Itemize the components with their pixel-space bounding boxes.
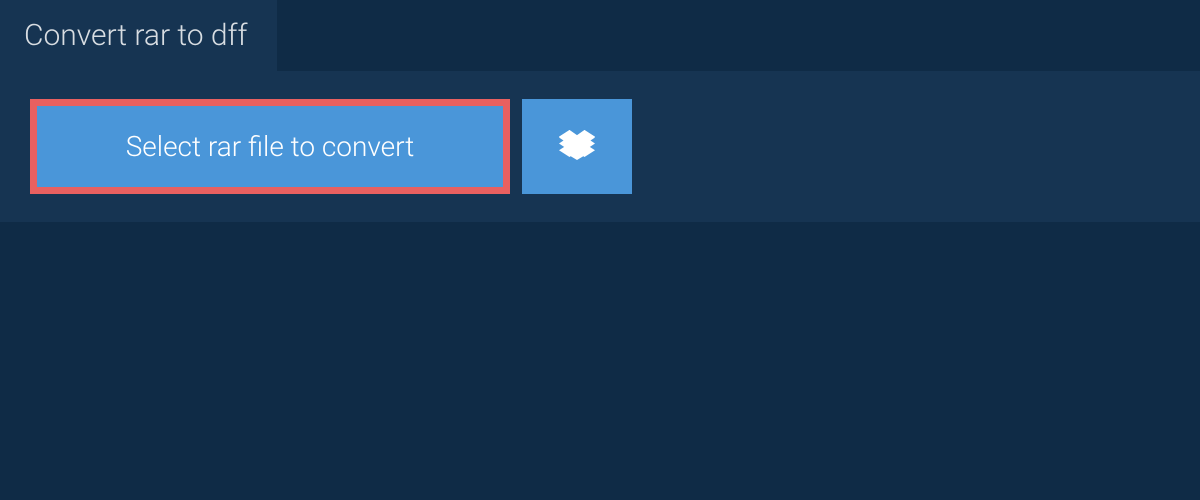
tab-header: Convert rar to dff [0, 0, 277, 71]
dropbox-icon [559, 127, 595, 167]
page-title: Convert rar to dff [24, 18, 247, 53]
select-file-button[interactable]: Select rar file to convert [30, 99, 510, 194]
dropbox-button[interactable] [522, 99, 632, 194]
select-file-label: Select rar file to convert [126, 130, 415, 163]
upload-panel: Select rar file to convert [0, 71, 1200, 222]
